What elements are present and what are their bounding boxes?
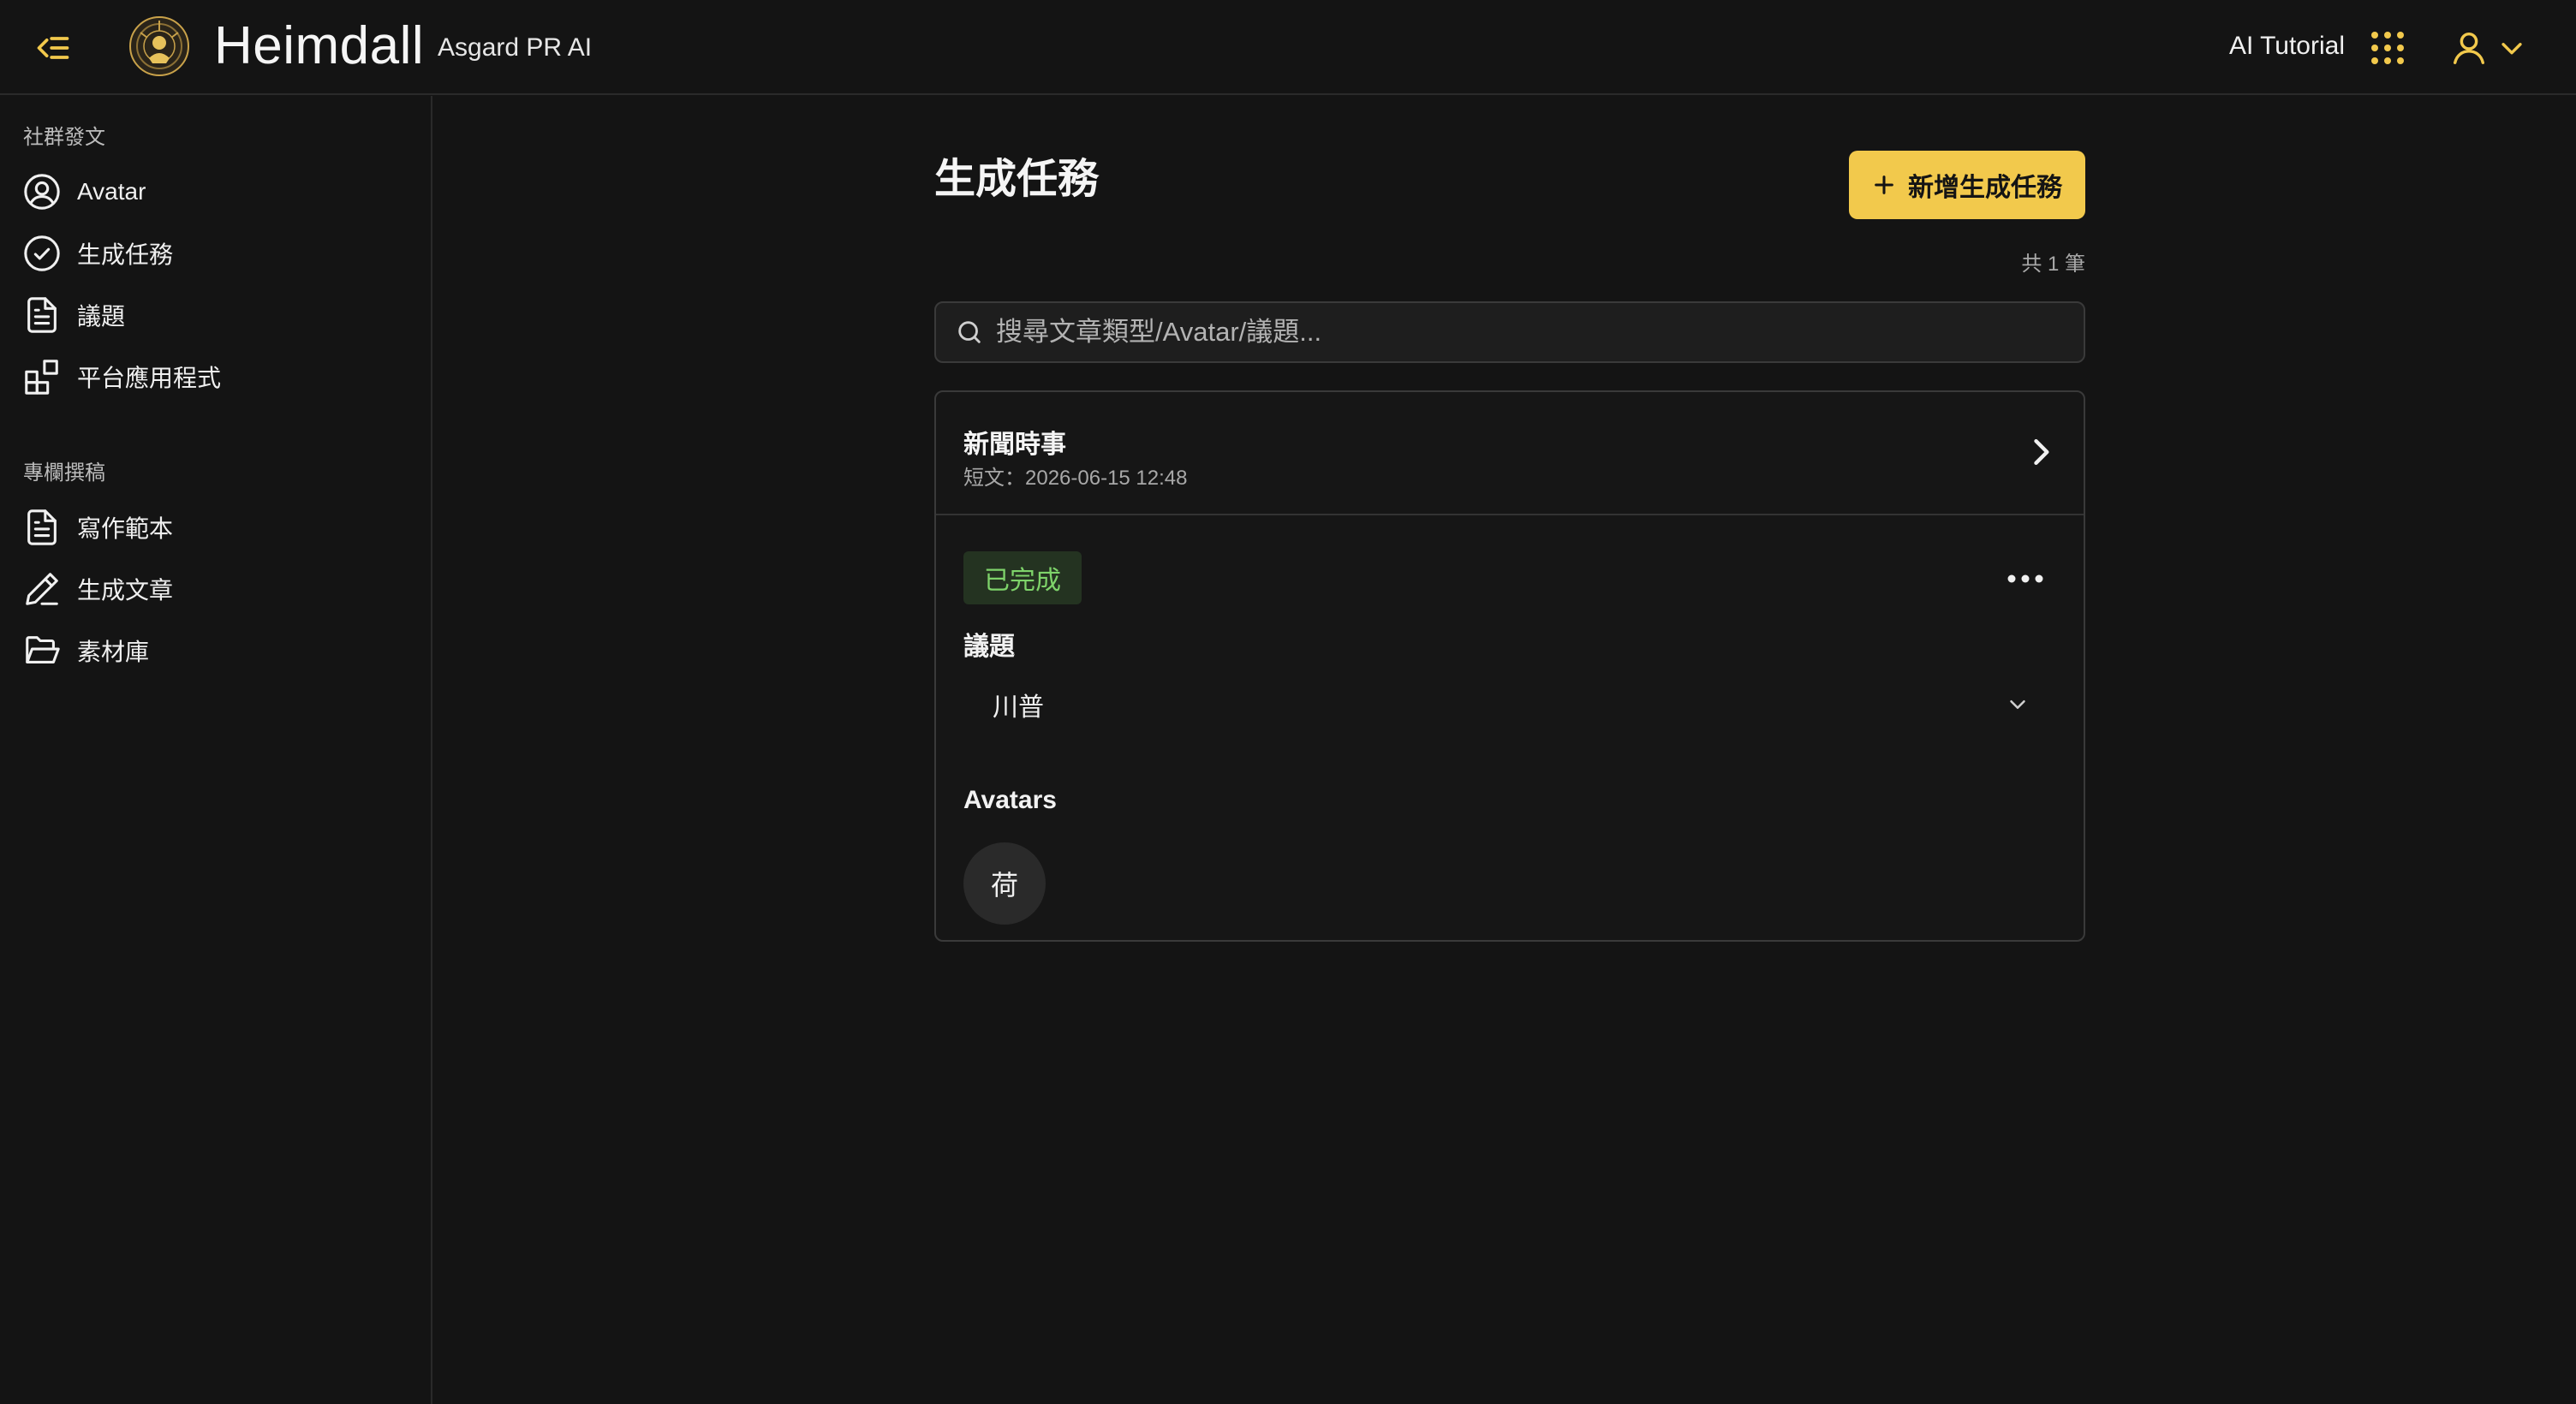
document-icon xyxy=(21,294,63,336)
search-icon xyxy=(958,321,981,343)
add-button-label: 新增生成任務 xyxy=(1908,174,2062,202)
avatars-label: Avatars xyxy=(963,786,1057,814)
sidebar-item-label: 平台應用程式 xyxy=(77,365,222,391)
add-generation-task-button[interactable]: 新增生成任務 xyxy=(1849,151,2085,219)
collapse-sidebar-icon xyxy=(37,37,69,59)
sidebar-item-generation-tasks[interactable]: 生成任務 xyxy=(21,229,414,277)
sidebar-item-label: 生成文章 xyxy=(77,577,174,604)
search-box xyxy=(934,301,2085,363)
section-title-social: 社群發文 xyxy=(23,126,105,149)
sidebar-item-writing-templates[interactable]: 寫作範本 xyxy=(21,503,414,551)
task-card: 新聞時事 短文：2026-06-15 12:48 已完成 議題 川普 Avata… xyxy=(934,390,2085,942)
collapse-sidebar-button[interactable] xyxy=(31,26,75,70)
sidebar-item-label: 議題 xyxy=(77,303,126,330)
heimdall-logo xyxy=(128,15,190,77)
user-circle-icon xyxy=(21,170,63,213)
folder-open-icon xyxy=(21,629,63,672)
chevron-down-icon xyxy=(2010,700,2025,709)
plus-icon xyxy=(1875,176,1893,194)
topic-label: 議題 xyxy=(963,633,1015,661)
more-options-button[interactable] xyxy=(2001,555,2049,603)
sidebar-item-label: 素材庫 xyxy=(77,639,150,665)
brand-name: Heimdall xyxy=(214,16,425,75)
sidebar-item-topics[interactable]: 議題 xyxy=(21,291,414,339)
sidebar-item-avatar[interactable]: Avatar xyxy=(21,168,414,216)
apps-grid-button[interactable] xyxy=(2369,29,2406,67)
search-input[interactable] xyxy=(996,317,2084,348)
sidebar-item-label: Avatar xyxy=(77,178,146,205)
main-content: 生成任務 新增生成任務 共 1 筆 新聞時事 短文：2026-06-15 12:… xyxy=(434,96,2576,1404)
sidebar: 社群發文 Avatar 生成任務 議題 平台應用程式 專欄撰稿 寫作範本 生成文… xyxy=(0,96,432,1404)
chevron-right-icon xyxy=(2034,438,2049,466)
pen-icon xyxy=(21,568,63,610)
status-badge: 已完成 xyxy=(963,551,1082,604)
sidebar-item-asset-library[interactable]: 素材庫 xyxy=(21,627,414,675)
brand-subtitle: Asgard PR AI xyxy=(438,33,593,62)
more-horizontal-icon xyxy=(2007,574,2043,583)
chevron-down-icon xyxy=(2501,43,2522,55)
ai-tutorial-link[interactable]: AI Tutorial xyxy=(2229,29,2345,63)
section-title-column: 專欄撰稿 xyxy=(23,461,105,485)
topic-dropdown[interactable]: 川普 xyxy=(963,675,2060,735)
topic-value: 川普 xyxy=(993,693,1044,722)
sidebar-item-platform-apps[interactable]: 平台應用程式 xyxy=(21,353,414,401)
apps-icon xyxy=(21,355,63,398)
sidebar-item-label: 生成任務 xyxy=(77,241,174,268)
check-circle-icon xyxy=(21,232,63,275)
sidebar-item-generate-articles[interactable]: 生成文章 xyxy=(21,565,414,613)
page-title: 生成任務 xyxy=(934,157,1100,202)
document-icon xyxy=(21,506,63,549)
avatar[interactable]: 荷 xyxy=(963,842,1046,925)
user-icon xyxy=(2453,32,2485,64)
user-menu-button[interactable] xyxy=(2449,24,2535,72)
result-count: 共 1 筆 xyxy=(2021,253,2085,276)
sidebar-item-label: 寫作範本 xyxy=(77,515,174,542)
top-bar: Heimdall Asgard PR AI AI Tutorial xyxy=(0,0,2576,95)
task-title: 新聞時事 xyxy=(963,431,1066,459)
task-card-header[interactable]: 新聞時事 短文：2026-06-15 12:48 xyxy=(936,392,2084,515)
task-meta: 短文：2026-06-15 12:48 xyxy=(963,467,1188,490)
apps-grid-icon xyxy=(2371,32,2404,64)
